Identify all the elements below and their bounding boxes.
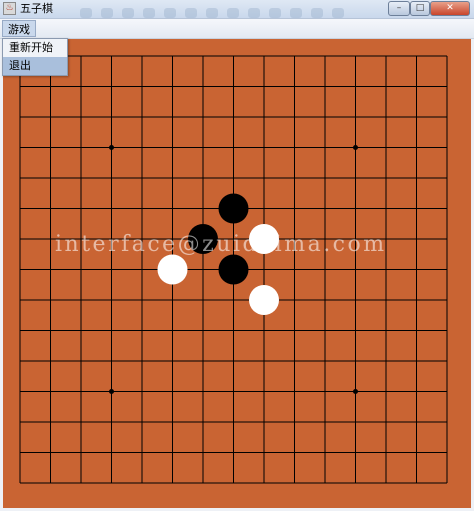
background-toolbar-ghost — [80, 3, 370, 18]
watermark-text: interface@zuidaima.com — [55, 232, 387, 257]
board-grid[interactable] — [3, 39, 471, 508]
star-point — [353, 389, 358, 394]
star-point — [109, 145, 114, 150]
maximize-icon[interactable]: □ — [410, 1, 430, 16]
black-stone[interactable] — [218, 193, 249, 224]
black-stone[interactable] — [218, 254, 249, 285]
app-window: ♨ 五子棋 – □ ✕ 游戏 重新开始 退出 interface@zuidaim… — [0, 0, 474, 511]
gomoku-board[interactable] — [3, 39, 471, 508]
menu-game[interactable]: 游戏 — [2, 20, 36, 37]
title-bar[interactable]: ♨ 五子棋 – □ ✕ — [0, 0, 474, 19]
close-icon[interactable]: ✕ — [430, 1, 470, 16]
white-stone[interactable] — [157, 254, 188, 285]
menu-item-exit[interactable]: 退出 — [3, 57, 67, 75]
menu-bar: 游戏 — [0, 19, 474, 39]
star-point — [109, 389, 114, 394]
menu-item-restart[interactable]: 重新开始 — [3, 39, 67, 57]
app-java-icon[interactable]: ♨ — [3, 2, 16, 15]
window-title: 五子棋 — [20, 2, 53, 15]
game-menu-dropdown: 重新开始 退出 — [2, 38, 68, 76]
white-stone[interactable] — [249, 285, 279, 315]
board-frame — [0, 39, 474, 511]
star-point — [353, 145, 358, 150]
minimize-icon[interactable]: – — [388, 1, 410, 16]
